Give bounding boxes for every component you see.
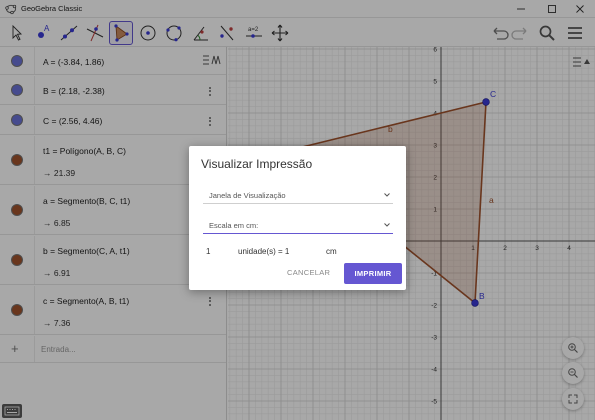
scale-units-field[interactable]: 1 — [206, 247, 210, 256]
cancel-button[interactable]: CANCELAR — [287, 268, 330, 277]
print-preview-dialog: Visualizar Impressão Janela de Visualiza… — [189, 146, 406, 290]
dialog-title: Visualizar Impressão — [201, 157, 313, 171]
scale-cm-label: cm — [326, 247, 337, 256]
scale-equation-label: unidade(s) = 1 — [238, 247, 290, 256]
scale-select[interactable]: Escala em cm: — [203, 216, 393, 234]
chevron-down-icon — [384, 223, 390, 227]
chevron-down-icon — [384, 193, 390, 197]
view-select[interactable]: Janela de Visualização — [203, 186, 393, 204]
print-button[interactable]: IMPRIMIR — [344, 263, 402, 284]
geogebra-app: GeoGebra Classic A a=2 A = (-3.84, 1.86)… — [0, 0, 595, 420]
scale-select-value: Escala em cm: — [209, 221, 259, 230]
view-select-value: Janela de Visualização — [209, 191, 286, 200]
